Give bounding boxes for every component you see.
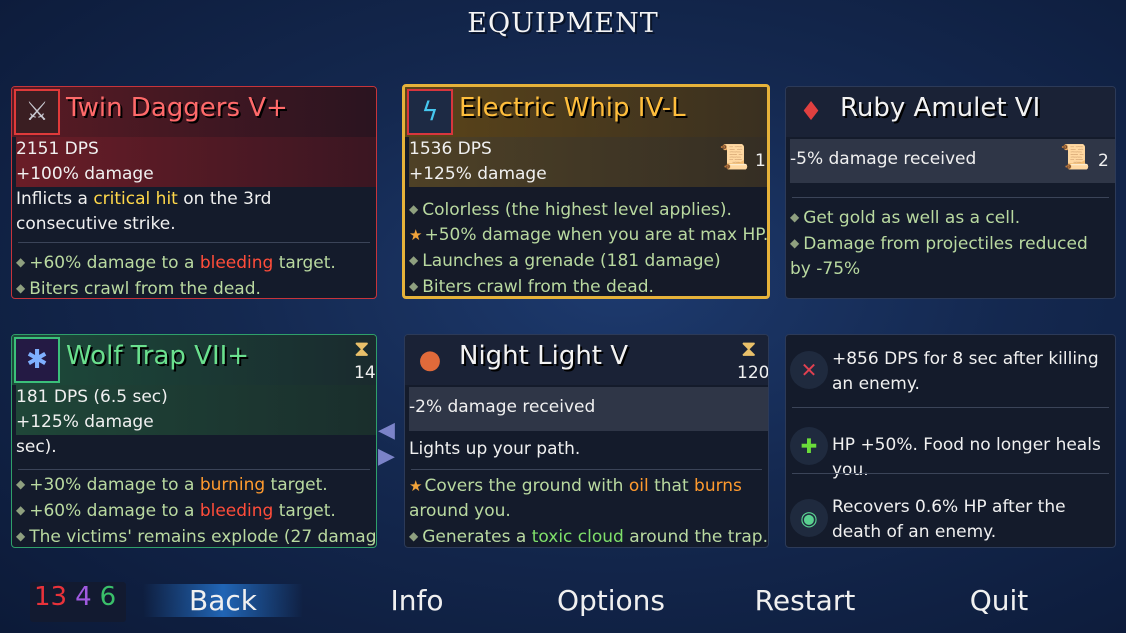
diamond-bullet-icon: ◆ (790, 210, 800, 224)
item-name: Wolf Trap VII+ (66, 341, 250, 371)
divider (18, 469, 370, 470)
bow-skull-icon: ✕ (790, 351, 828, 389)
amulet-icon: ♦ (799, 97, 823, 127)
divider (792, 197, 1109, 198)
hourglass-icon: ⧗ (354, 337, 370, 362)
mutation-text: Recovers 0.6% HP after the death of an e… (832, 497, 1066, 542)
item-mods: ◆ +30% damage to a burning target. ◆ +60% … (16, 472, 377, 547)
item-stats: 2151 DPS +100% damage (16, 137, 376, 187)
divider (411, 192, 761, 193)
mutation-text: +856 DPS for 8 sec after killing an enem… (832, 349, 1099, 394)
item-description: sec). (16, 437, 57, 457)
electric-whip-icon: ϟ (407, 89, 453, 135)
diamond-bullet-icon: ◆ (16, 281, 26, 295)
damage-bonus: +125% damage (16, 412, 154, 432)
screen-title: EQUIPMENT (467, 8, 659, 39)
item-stats: 1536 DPS +125% damage (409, 137, 767, 187)
cooldown-timer: 14 (354, 363, 376, 383)
hourglass-icon: ⧗ (741, 337, 757, 362)
divider (18, 242, 370, 243)
food-cross-icon: ✚ (790, 427, 828, 465)
fanged-mouth-icon: ◉ (790, 499, 828, 537)
item-name: Night Light V (459, 341, 629, 371)
star-icon: ★ (409, 226, 423, 244)
scroll-count: 1 (755, 151, 766, 171)
mutation-text: HP +50%. Food no longer heals you. (832, 435, 1101, 480)
mod-row: ◆ +60% damage to a bleeding target. (16, 253, 336, 273)
divider (792, 407, 1109, 408)
item-description: Inflicts a critical hit on the 3rd conse… (16, 189, 272, 234)
item-mods: ◆ +60% damage to a bleeding target. ◆ Bite… (16, 250, 370, 299)
item-stats: 181 DPS (6.5 sec) +125% damage (16, 385, 376, 435)
mod-row: ★ +50% damage when you are at max HP. (409, 225, 769, 245)
bottom-bar: 13 4 6 Back Info Options Restart Quit (0, 578, 1126, 633)
mod-row: ◆ +60% damage to a bleeding target. (16, 501, 336, 521)
diamond-bullet-icon: ◆ (16, 529, 26, 543)
info-button[interactable]: Info (337, 584, 497, 617)
damage-bonus: +125% damage (409, 164, 547, 184)
scroll-counts: 13 4 6 (30, 582, 126, 622)
item-name: Electric Whip IV-L (459, 93, 686, 123)
mod-row: ◆ The victims' remains explode (27 damage… (16, 527, 377, 547)
diamond-bullet-icon: ◆ (409, 279, 419, 293)
tactics-count: 4 (75, 582, 92, 612)
item-name: Twin Daggers V+ (66, 93, 288, 123)
wolf-trap-icon: ✱ (14, 337, 60, 383)
survival-count: 6 (99, 582, 117, 612)
brutality-scroll-icon: 📜 (1060, 143, 1090, 171)
item-mods: ◆ Colorless (the highest level applies). … (409, 197, 769, 297)
item-description: Lights up your path. (409, 439, 581, 459)
mutations-panel: ✕ +856 DPS for 8 sec after killing an en… (785, 334, 1116, 548)
diamond-bullet-icon: ◆ (409, 529, 419, 543)
item-card-twin-daggers[interactable]: ⚔ Twin Daggers V+ 2151 DPS +100% damage … (11, 86, 377, 299)
stat-value: -2% damage received (409, 397, 596, 417)
restart-button[interactable]: Restart (725, 584, 885, 617)
cooldown-timer: 120 (737, 363, 769, 383)
diamond-bullet-icon: ◆ (409, 202, 419, 216)
item-mods: ◆ Get gold as well as a cell. ◆ Damage fro… (790, 205, 1109, 282)
diamond-bullet-icon: ◆ (16, 477, 26, 491)
item-card-ruby-amulet[interactable]: ♦ Ruby Amulet VI -5% damage received 📜 2… (785, 86, 1116, 299)
mod-row: ★ Covers the ground with oil that burns a… (409, 476, 742, 521)
dps-value: 181 DPS (6.5 sec) (16, 387, 168, 407)
mod-row: ◆ Get gold as well as a cell. (790, 208, 1021, 228)
diamond-bullet-icon: ◆ (16, 503, 26, 517)
mod-row: ◆ Biters crawl from the dead. (409, 277, 654, 297)
mod-row: ◆ Biters crawl from the dead. (16, 279, 261, 299)
item-card-electric-whip[interactable]: ϟ Electric Whip IV-L 1536 DPS +125% dama… (402, 84, 770, 299)
options-button[interactable]: Options (531, 584, 691, 617)
scroll-count: 2 (1098, 151, 1109, 171)
item-card-wolf-trap[interactable]: ✱ Wolf Trap VII+ ⧗ 14 181 DPS (6.5 sec) … (11, 334, 377, 548)
mod-row: ◆ +30% damage to a burning target. (16, 475, 328, 495)
brutality-count: 13 (34, 582, 68, 612)
item-stats: -2% damage received (409, 387, 768, 431)
mutation-row[interactable]: ✕ +856 DPS for 8 sec after killing an en… (790, 347, 1111, 401)
crossed-daggers-icon: ⚔ (14, 89, 60, 135)
dps-value: 1536 DPS (409, 139, 492, 159)
item-card-night-light[interactable]: ● Night Light V ⧗ 120 -2% damage receive… (404, 334, 769, 548)
mutation-row[interactable]: ◉ Recovers 0.6% HP after the death of an… (790, 495, 1111, 547)
tactics-scroll-icon: 📜 (719, 143, 749, 171)
mod-row: ◆ Launches a grenade (181 damage) (409, 251, 721, 271)
item-name: Ruby Amulet VI (840, 93, 1041, 123)
mod-row: ◆ Damage from projectiles reduced by -75% (790, 234, 1088, 279)
divider (411, 469, 762, 470)
diamond-bullet-icon: ◆ (16, 255, 26, 269)
lantern-icon: ● (418, 345, 442, 375)
mod-row: ◆ Colorless (the highest level applies). (409, 200, 732, 220)
mutation-row[interactable]: ✚ HP +50%. Food no longer heals you. (790, 427, 1111, 480)
divider (792, 473, 1109, 474)
mod-row: ◆ Generates a toxic cloud around the trap… (409, 527, 768, 547)
star-icon: ★ (409, 477, 423, 495)
item-mods: ★ Covers the ground with oil that burns a… (409, 474, 768, 547)
diamond-bullet-icon: ◆ (409, 253, 419, 267)
dps-value: 2151 DPS (16, 139, 99, 159)
swap-arrows-icon[interactable]: ◀ ▶ (378, 418, 395, 470)
quit-button[interactable]: Quit (919, 584, 1079, 617)
diamond-bullet-icon: ◆ (790, 236, 800, 250)
damage-bonus: +100% damage (16, 164, 154, 184)
back-button[interactable]: Back (143, 584, 303, 617)
